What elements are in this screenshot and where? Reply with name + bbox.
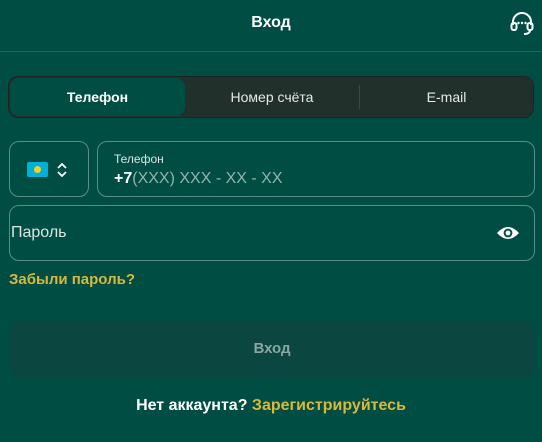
tab-account-number[interactable]: Номер счёта [185, 78, 359, 116]
page-title: Вход [251, 14, 291, 31]
tab-phone[interactable]: Телефон [10, 78, 185, 116]
flag-sun [34, 166, 41, 173]
eye-icon[interactable] [496, 224, 520, 242]
login-screen: Вход Телефон Номер счёта E-mail Телефон … [0, 0, 542, 442]
phone-mask: (XXX) XXX - XX - XX [132, 170, 283, 187]
signup-link[interactable]: Зарегистрируйтесь [252, 397, 406, 414]
headset-icon[interactable] [509, 11, 535, 37]
forgot-password-link[interactable]: Забыли пароль? [9, 271, 135, 288]
login-button[interactable]: Вход [9, 321, 535, 377]
phone-prefix: +7 [114, 170, 133, 187]
phone-field[interactable]: Телефон +7(XXX) XXX - XX - XX [97, 141, 535, 197]
phone-input[interactable]: +7(XXX) XXX - XX - XX [114, 170, 283, 188]
header: Вход [0, 0, 542, 52]
country-code-select[interactable] [9, 141, 89, 197]
signup-question: Нет аккаунта? [136, 397, 248, 414]
phone-label: Телефон [114, 152, 164, 166]
kazakhstan-flag-icon [27, 162, 48, 177]
tab-email[interactable]: E-mail [360, 78, 533, 116]
login-method-tabs: Телефон Номер счёта E-mail [8, 76, 534, 118]
password-placeholder: Пароль [11, 224, 67, 241]
signup-prompt: Нет аккаунта? Зарегистрируйтесь [0, 397, 542, 415]
chevron-updown-icon [57, 162, 67, 178]
password-field[interactable]: Пароль [9, 205, 535, 261]
